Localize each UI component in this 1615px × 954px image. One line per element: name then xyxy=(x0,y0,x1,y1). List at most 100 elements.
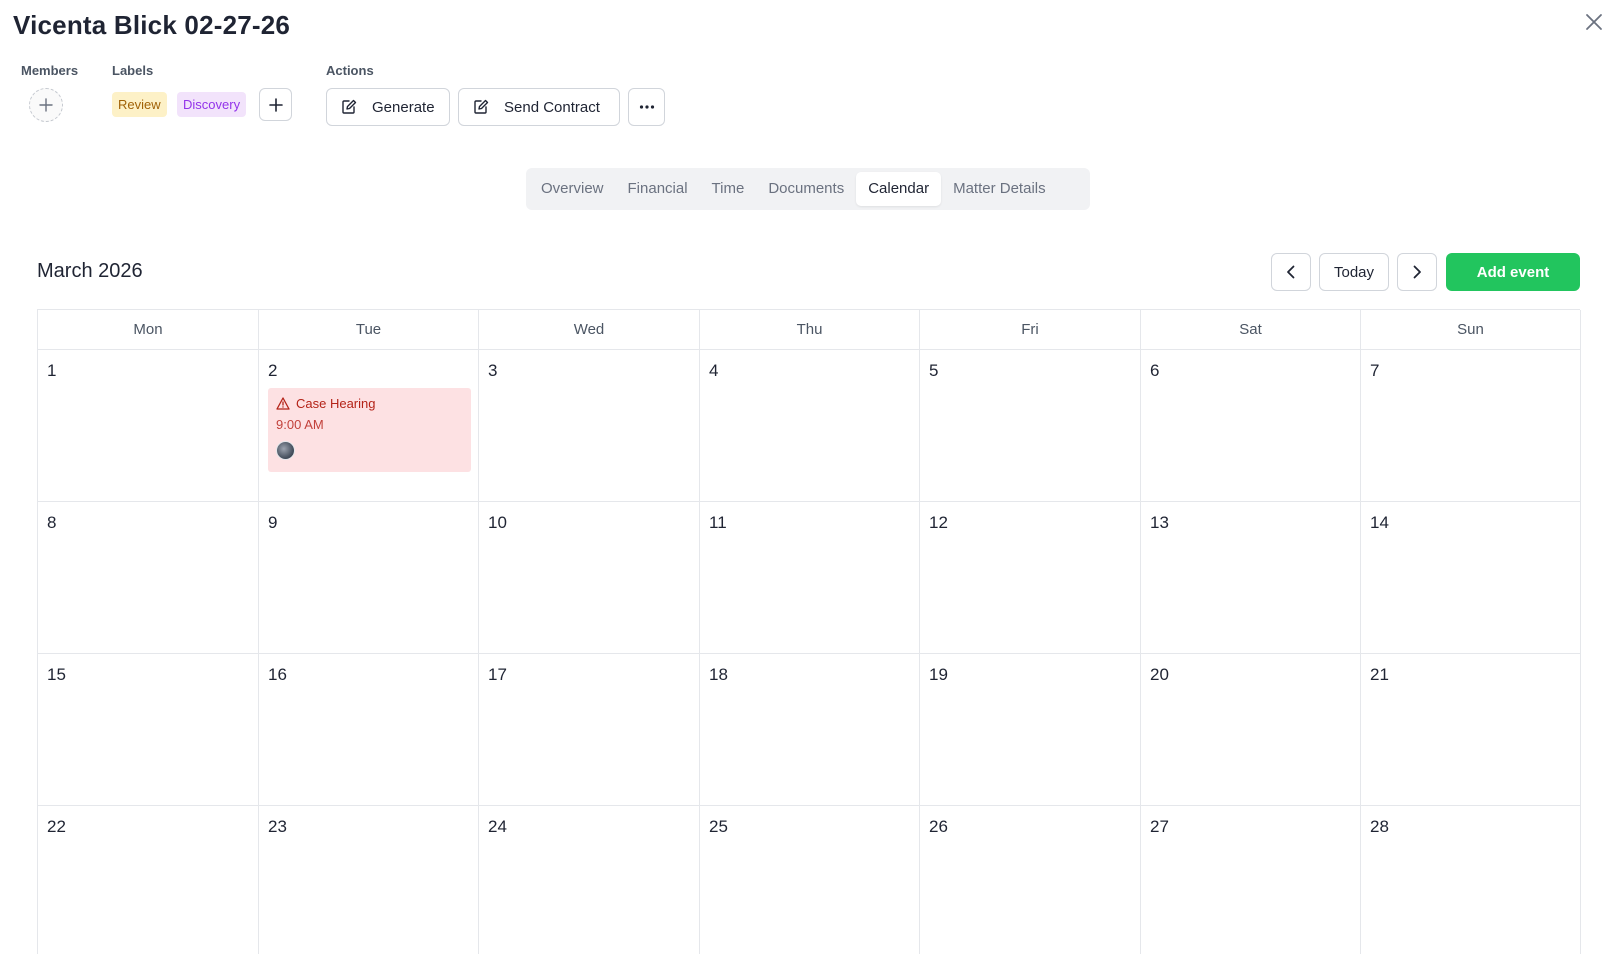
next-month-button[interactable] xyxy=(1397,253,1437,291)
day-number: 12 xyxy=(929,513,948,532)
day-number: 16 xyxy=(268,665,287,684)
tab-financial[interactable]: Financial xyxy=(616,172,700,206)
weekday-header: Mon xyxy=(38,310,259,350)
plus-icon xyxy=(39,98,53,112)
warning-icon xyxy=(276,397,290,410)
actions-label: Actions xyxy=(326,63,374,78)
day-cell[interactable]: 28 xyxy=(1361,806,1581,954)
day-number: 13 xyxy=(1150,513,1169,532)
close-button[interactable] xyxy=(1582,10,1606,34)
day-cell[interactable]: 2 Case Hearing 9:00 AM xyxy=(259,350,479,502)
day-number: 5 xyxy=(929,361,939,380)
labels-label: Labels xyxy=(112,63,154,78)
tab-bar: Overview Financial Time Documents Calend… xyxy=(526,168,1090,210)
day-number: 24 xyxy=(488,817,507,836)
day-cell[interactable]: 25 xyxy=(700,806,920,954)
day-cell[interactable]: 19 xyxy=(920,654,1141,806)
weekday-header: Tue xyxy=(259,310,479,350)
day-number: 8 xyxy=(47,513,57,532)
add-member-button[interactable] xyxy=(29,88,63,122)
send-contract-label: Send Contract xyxy=(504,98,600,116)
weekday-header-row: Mon Tue Wed Thu Fri Sat Sun xyxy=(38,310,1581,350)
day-number: 1 xyxy=(47,361,57,380)
ellipsis-icon xyxy=(639,105,654,109)
day-number: 23 xyxy=(268,817,287,836)
day-cell[interactable]: 13 xyxy=(1141,502,1361,654)
day-number: 11 xyxy=(709,513,727,532)
day-number: 3 xyxy=(488,361,498,380)
previous-month-button[interactable] xyxy=(1271,253,1311,291)
add-label-button[interactable] xyxy=(259,88,292,121)
day-cell[interactable]: 3 xyxy=(479,350,700,502)
send-contract-button[interactable]: Send Contract xyxy=(458,88,620,126)
calendar-event[interactable]: Case Hearing 9:00 AM xyxy=(268,388,471,472)
day-cell[interactable]: 22 xyxy=(38,806,259,954)
tab-time[interactable]: Time xyxy=(700,172,757,206)
chevron-left-icon xyxy=(1287,265,1295,279)
tab-matter-details[interactable]: Matter Details xyxy=(941,172,1058,206)
day-number: 6 xyxy=(1150,361,1160,380)
event-time: 9:00 AM xyxy=(276,417,324,432)
generate-label: Generate xyxy=(372,98,435,116)
day-number: 9 xyxy=(268,513,278,532)
day-cell[interactable]: 11 xyxy=(700,502,920,654)
day-cell[interactable]: 24 xyxy=(479,806,700,954)
day-cell[interactable]: 21 xyxy=(1361,654,1581,806)
close-icon xyxy=(1586,14,1602,30)
more-actions-button[interactable] xyxy=(628,88,665,126)
day-cell[interactable]: 26 xyxy=(920,806,1141,954)
generate-button[interactable]: Generate xyxy=(326,88,450,126)
day-number: 26 xyxy=(929,817,948,836)
tab-documents[interactable]: Documents xyxy=(756,172,856,206)
label-tag-discovery[interactable]: Discovery xyxy=(177,92,247,117)
tab-overview[interactable]: Overview xyxy=(529,172,616,206)
edit-document-icon xyxy=(340,98,358,116)
day-cell[interactable]: 6 xyxy=(1141,350,1361,502)
day-number: 2 xyxy=(268,361,278,380)
weekday-header: Fri xyxy=(920,310,1141,350)
day-number: 10 xyxy=(488,513,507,532)
day-cell[interactable]: 1 xyxy=(38,350,259,502)
day-cell[interactable]: 9 xyxy=(259,502,479,654)
day-number: 15 xyxy=(47,665,66,684)
day-number: 14 xyxy=(1370,513,1389,532)
today-button[interactable]: Today xyxy=(1319,253,1389,291)
day-number: 19 xyxy=(929,665,948,684)
day-cell[interactable]: 7 xyxy=(1361,350,1581,502)
event-title: Case Hearing xyxy=(296,396,376,411)
day-number: 28 xyxy=(1370,817,1389,836)
weekday-header: Sun xyxy=(1361,310,1581,350)
weekday-header: Thu xyxy=(700,310,920,350)
avatar xyxy=(276,441,295,460)
day-cell[interactable]: 14 xyxy=(1361,502,1581,654)
plus-icon xyxy=(268,97,283,112)
day-number: 20 xyxy=(1150,665,1169,684)
month-calendar: Mon Tue Wed Thu Fri Sat Sun 1 2 Case Hea… xyxy=(37,309,1581,954)
weekday-header: Wed xyxy=(479,310,700,350)
day-number: 27 xyxy=(1150,817,1169,836)
day-number: 7 xyxy=(1370,361,1380,380)
day-cell[interactable]: 20 xyxy=(1141,654,1361,806)
tab-calendar[interactable]: Calendar xyxy=(856,172,942,206)
label-tag-review[interactable]: Review xyxy=(112,92,167,117)
day-cell[interactable]: 5 xyxy=(920,350,1141,502)
day-number: 21 xyxy=(1370,665,1389,684)
day-number: 22 xyxy=(47,817,66,836)
day-cell[interactable]: 8 xyxy=(38,502,259,654)
day-cell[interactable]: 15 xyxy=(38,654,259,806)
page-title: Vicenta Blick 02-27-26 xyxy=(13,10,291,40)
day-cell[interactable]: 18 xyxy=(700,654,920,806)
day-number: 17 xyxy=(488,665,507,684)
day-cell[interactable]: 23 xyxy=(259,806,479,954)
day-cell[interactable]: 10 xyxy=(479,502,700,654)
day-cell[interactable]: 4 xyxy=(700,350,920,502)
calendar-body: 1 2 Case Hearing 9:00 AM 3 4 5 6 7 8 9 1… xyxy=(38,350,1581,954)
add-event-button[interactable]: Add event xyxy=(1446,253,1580,291)
day-cell[interactable]: 17 xyxy=(479,654,700,806)
day-cell[interactable]: 16 xyxy=(259,654,479,806)
weekday-header: Sat xyxy=(1141,310,1361,350)
day-number: 25 xyxy=(709,817,728,836)
day-cell[interactable]: 27 xyxy=(1141,806,1361,954)
day-cell[interactable]: 12 xyxy=(920,502,1141,654)
day-number: 18 xyxy=(709,665,728,684)
